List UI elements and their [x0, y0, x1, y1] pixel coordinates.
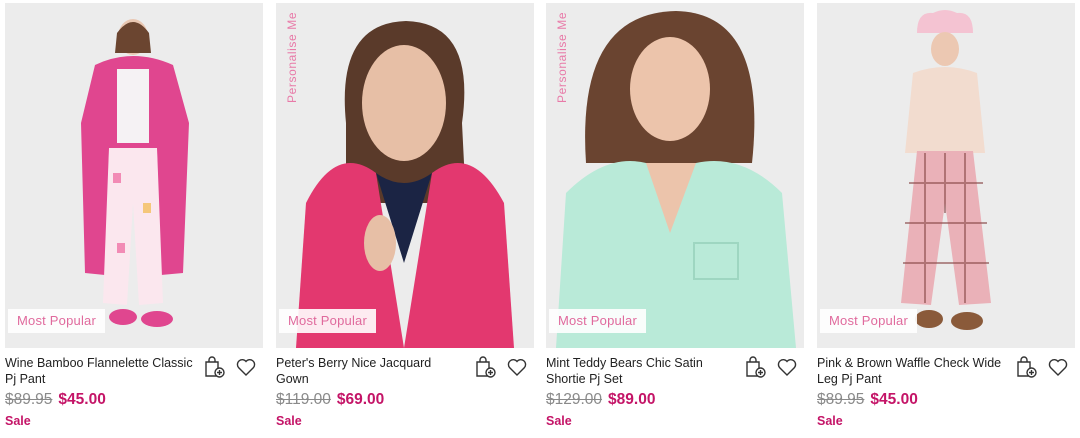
shopping-bag-add-icon — [746, 356, 766, 378]
product-actions — [742, 354, 800, 380]
personalise-label: Personalise Me — [285, 11, 299, 103]
product-actions — [472, 354, 530, 380]
price-block: $89.95 $45.00 — [5, 391, 106, 409]
product-actions — [1013, 354, 1071, 380]
sale-label: Sale — [546, 414, 572, 428]
product-image[interactable]: Personalise Me Most Popular — [276, 3, 534, 348]
original-price: $89.95 — [817, 391, 865, 408]
product-card[interactable]: Personalise Me Most Popular Mint Teddy B… — [546, 0, 804, 438]
add-to-bag-button[interactable] — [1013, 354, 1039, 380]
add-to-bag-button[interactable] — [201, 354, 227, 380]
product-image[interactable]: Most Popular — [817, 3, 1075, 348]
shopping-bag-add-icon — [205, 356, 225, 378]
price-block: $89.95 $45.00 — [817, 391, 918, 409]
original-price: $129.00 — [546, 391, 603, 408]
sale-price: $69.00 — [336, 391, 385, 408]
wishlist-button[interactable] — [233, 354, 259, 380]
sale-label: Sale — [276, 414, 302, 428]
product-name[interactable]: Wine Bamboo Flannelette Classic Pj Pant — [5, 355, 195, 387]
heart-icon — [777, 359, 797, 376]
product-image[interactable]: Personalise Me Most Popular — [546, 3, 804, 348]
add-to-bag-button[interactable] — [472, 354, 498, 380]
product-card[interactable]: Most Popular Pink & Brown Waffle Check W… — [817, 0, 1075, 438]
sale-label: Sale — [5, 414, 31, 428]
heart-icon — [1048, 359, 1068, 376]
shopping-bag-add-icon — [1017, 356, 1037, 378]
price-block: $119.00 $69.00 — [276, 391, 384, 409]
sale-price: $45.00 — [870, 391, 918, 408]
product-name[interactable]: Mint Teddy Bears Chic Satin Shortie Pj S… — [546, 355, 736, 387]
personalise-label: Personalise Me — [555, 11, 569, 103]
sale-price: $89.00 — [608, 391, 656, 408]
original-price: $119.00 — [276, 391, 331, 408]
most-popular-badge: Most Popular — [8, 309, 105, 333]
heart-icon — [507, 359, 527, 376]
product-actions — [201, 354, 259, 380]
original-price: $89.95 — [5, 391, 53, 408]
heart-icon — [236, 359, 256, 376]
product-name[interactable]: Pink & Brown Waffle Check Wide Leg Pj Pa… — [817, 355, 1007, 387]
price-block: $129.00 $89.00 — [546, 391, 655, 409]
product-grid: Most Popular Wine Bamboo Flannelette Cla… — [0, 0, 1080, 438]
wishlist-button[interactable] — [1045, 354, 1071, 380]
add-to-bag-button[interactable] — [742, 354, 768, 380]
product-card[interactable]: Personalise Me Most Popular Peter's Berr… — [276, 0, 534, 438]
most-popular-badge: Most Popular — [279, 309, 376, 333]
shopping-bag-add-icon — [476, 356, 496, 378]
wishlist-button[interactable] — [504, 354, 530, 380]
sale-price: $45.00 — [58, 391, 106, 408]
most-popular-badge: Most Popular — [820, 309, 917, 333]
product-image[interactable]: Most Popular — [5, 3, 263, 348]
wishlist-button[interactable] — [774, 354, 800, 380]
most-popular-badge: Most Popular — [549, 309, 646, 333]
product-card[interactable]: Most Popular Wine Bamboo Flannelette Cla… — [5, 0, 263, 438]
product-name[interactable]: Peter's Berry Nice Jacquard Gown — [276, 355, 466, 387]
sale-label: Sale — [817, 414, 843, 428]
